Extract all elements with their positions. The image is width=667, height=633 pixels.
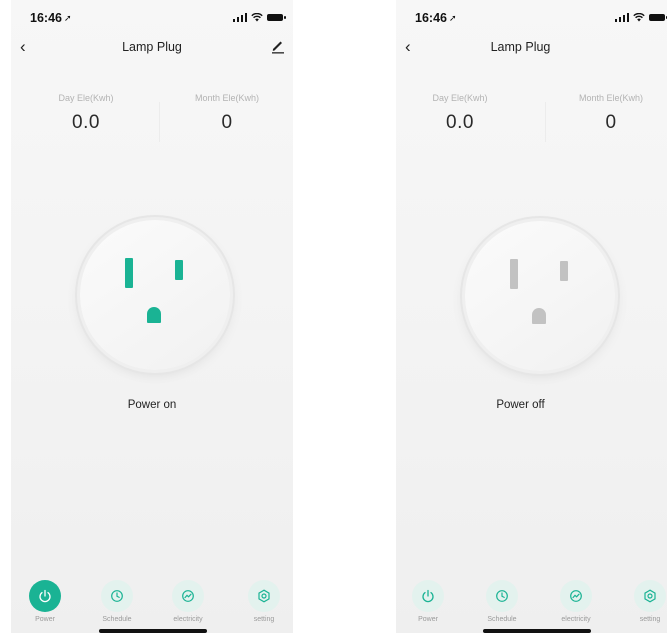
power-icon [412,580,444,612]
tab-label: setting [253,616,275,623]
month-energy-label: Month Ele(Kwh) [194,93,260,103]
day-energy: Day Ele(Kwh) 0.0 [396,93,530,134]
month-energy: Month Ele(Kwh) 0 [541,93,667,134]
socket-ground-hole [147,307,161,323]
clock-icon [486,580,518,612]
day-energy-label: Day Ele(Kwh) [432,93,488,103]
power-status-text: Power on [127,399,177,411]
home-indicator [483,629,591,633]
status-bar: 16:46 ➚ [396,11,667,27]
month-energy-value: 0 [605,112,617,133]
energy-summary: Day Ele(Kwh) 0.0 Month Ele(Kwh) 0 [396,93,667,153]
tab-label: Power [418,616,438,623]
wifi-icon [633,13,645,22]
gear-icon [248,580,280,612]
month-energy: Month Ele(Kwh) 0 [157,93,293,134]
chart-trend-icon [172,580,204,612]
outlet-socket-icon[interactable] [80,220,230,370]
system-icons [614,13,667,22]
status-time: 16:46 ➚ [30,11,72,25]
status-time: 16:46 ➚ [415,11,457,25]
outlet-socket-icon[interactable] [465,221,615,371]
month-energy-label: Month Ele(Kwh) [578,93,644,103]
page-title: Lamp Plug [490,40,551,54]
clock-icon [101,580,133,612]
edit-pencil-icon[interactable] [271,38,285,54]
tab-electricity[interactable]: electricity [546,580,606,623]
tab-power[interactable]: Power [15,580,75,623]
bottom-tab-bar: Power Schedule electricity setting [11,580,293,630]
nav-bar: ‹ Lamp Plug [11,37,293,58]
power-icon [29,580,61,612]
gear-icon [634,580,666,612]
power-status-text: Power off [496,399,545,411]
phone-screen-power-off: 16:46 ➚ ‹ Lamp Plug Day Ele(Kwh) 0.0 Mont… [396,0,667,633]
month-energy-value: 0 [221,112,233,133]
tab-power[interactable]: Power [398,580,458,623]
socket-slot-right [175,260,183,280]
socket-slot-right [560,261,568,281]
tab-setting[interactable]: setting [620,580,667,623]
tab-label: electricity [173,616,203,623]
cellular-signal-icon [614,13,629,22]
socket-slot-left [125,258,133,288]
tab-label: Schedule [487,616,517,623]
socket-slot-left [510,259,518,289]
energy-summary: Day Ele(Kwh) 0.0 Month Ele(Kwh) 0 [11,93,293,153]
day-energy-value: 0.0 [72,112,100,133]
phone-screen-power-on: 16:46 ➚ ‹ Lamp Plug Day Ele(Kwh) 0.0 Mont… [11,0,293,633]
tab-schedule[interactable]: Schedule [87,580,147,623]
location-arrow-icon: ➚ [448,13,457,23]
location-arrow-icon: ➚ [63,13,72,23]
nav-bar: ‹ Lamp Plug [396,37,667,58]
battery-icon [649,14,667,21]
status-bar: 16:46 ➚ [11,11,293,27]
bottom-tab-bar: Power Schedule electricity setting [396,580,667,630]
battery-icon [267,14,286,21]
day-energy-value: 0.0 [446,112,474,133]
tab-setting[interactable]: setting [234,580,293,623]
day-energy: Day Ele(Kwh) 0.0 [16,93,156,134]
home-indicator [99,629,207,633]
page-title: Lamp Plug [122,40,182,54]
wifi-icon [251,13,263,22]
tab-schedule[interactable]: Schedule [472,580,532,623]
system-icons [232,13,286,22]
chart-trend-icon [560,580,592,612]
tab-label: electricity [561,616,591,623]
cellular-signal-icon [232,13,247,22]
tab-label: Power [35,616,55,623]
day-energy-label: Day Ele(Kwh) [58,93,114,103]
socket-ground-hole [532,308,546,324]
tab-label: Schedule [102,616,132,623]
tab-label: setting [639,616,661,623]
tab-electricity[interactable]: electricity [158,580,218,623]
